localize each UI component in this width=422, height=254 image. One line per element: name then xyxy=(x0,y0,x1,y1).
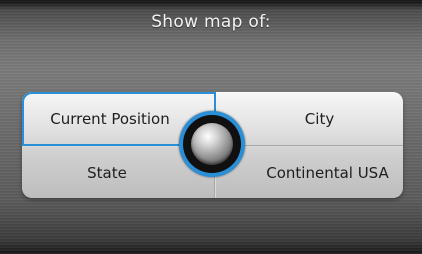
option-city[interactable]: City xyxy=(236,92,403,146)
nav-screen: Show map of: Current Position City State… xyxy=(0,0,422,254)
option-state[interactable]: State xyxy=(22,146,192,198)
option-continental-usa[interactable]: Continental USA xyxy=(236,146,403,198)
joystick-knob-icon[interactable] xyxy=(191,123,233,165)
joystick-ring[interactable] xyxy=(179,111,245,177)
page-title: Show map of: xyxy=(151,12,271,32)
